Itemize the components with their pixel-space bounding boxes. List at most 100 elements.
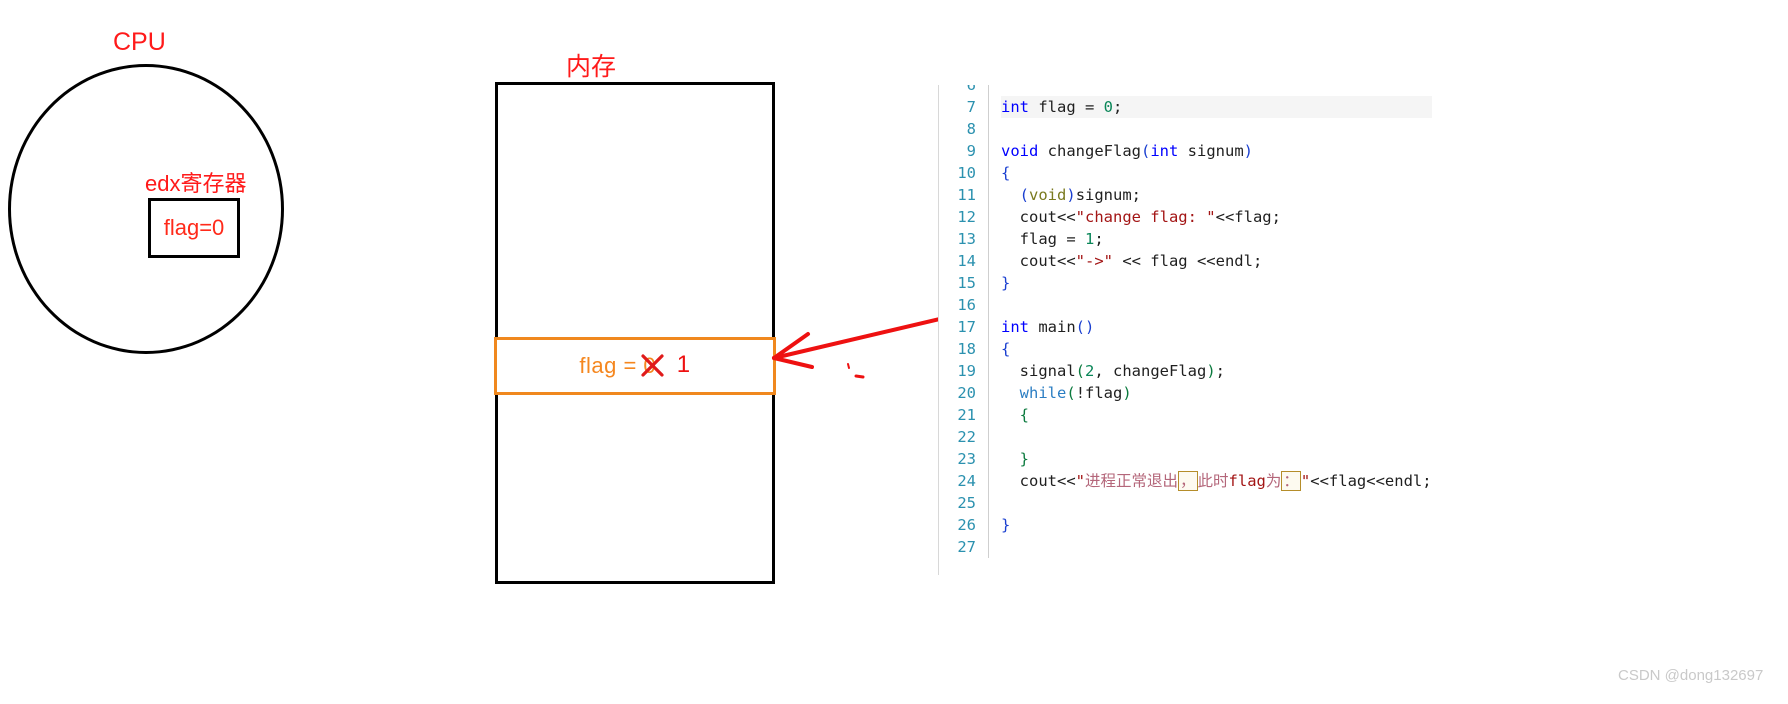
code-line-text[interactable]: cout<<"进程正常退出，此时flag为： "<<flag<<endl; [1001, 470, 1432, 492]
indent-guide [988, 338, 989, 360]
indent-guide [988, 514, 989, 536]
line-number: 13 [957, 230, 976, 248]
code-line[interactable]: 18 { [938, 338, 1432, 360]
cpu-title-label: CPU [113, 28, 166, 56]
code-token: ) [1122, 384, 1132, 402]
code-token: cout<< [1001, 472, 1076, 490]
code-line[interactable]: 19 signal(2, changeFlag); [938, 360, 1432, 382]
code-line-text[interactable]: while(!flag) [1001, 382, 1432, 404]
line-number: 12 [957, 208, 976, 226]
csdn-watermark: CSDN @dong132697 [1618, 667, 1764, 684]
line-number: 26 [957, 516, 976, 534]
edx-register-box: flag=0 [148, 198, 240, 258]
code-token: ) [1243, 142, 1253, 160]
line-number: 6 [966, 85, 976, 94]
code-token: 为 [1265, 472, 1282, 490]
code-line-text[interactable]: cout<<"->" << flag <<endl; [1001, 250, 1432, 272]
annotation-marks-icon [847, 363, 865, 379]
memory-flag-expression-text: flag = 0 [579, 353, 657, 378]
code-token: } [1019, 450, 1030, 468]
code-token: 此时 [1197, 472, 1229, 490]
code-line[interactable]: 14 cout<<"->" << flag <<endl; [938, 250, 1432, 272]
code-token: ) [1066, 186, 1076, 204]
code-token: 进程正常退出 [1085, 472, 1179, 490]
code-line[interactable]: 11 (void)signum; [938, 184, 1432, 206]
indent-guide [988, 85, 989, 96]
code-token: signum; [1075, 186, 1142, 204]
code-line[interactable]: 25 [938, 492, 1432, 514]
code-lines-container: 6 7 int flag = 0; 8 9 void changeFlag(int sig… [938, 85, 1432, 558]
code-line[interactable]: 23 } [938, 448, 1432, 470]
code-line[interactable]: 10 { [938, 162, 1432, 184]
code-token: () [1075, 318, 1095, 336]
line-number: 15 [957, 274, 976, 292]
indent-guide [988, 492, 989, 514]
code-token: ; [1094, 230, 1104, 248]
code-token: 0 [1103, 98, 1114, 116]
code-line[interactable]: 17 int main() [938, 316, 1432, 338]
code-line-text[interactable]: void changeFlag(int signum) [1001, 140, 1432, 162]
code-token: { [1019, 406, 1030, 424]
indent-guide [988, 250, 989, 272]
code-token: " [1300, 472, 1311, 490]
line-number: 21 [957, 406, 976, 424]
code-line[interactable]: 27 [938, 536, 1432, 558]
code-token: void [1029, 186, 1067, 204]
code-line-text[interactable]: } [1001, 448, 1432, 470]
code-token: int [1150, 142, 1179, 160]
code-token: cout<< [1001, 208, 1076, 226]
code-editor-panel[interactable]: 6 7 int flag = 0; 8 9 void changeFlag(int sig… [938, 85, 1788, 575]
code-line[interactable]: 12 cout<<"change flag: "<<flag; [938, 206, 1432, 228]
code-line-text[interactable]: cout<<"change flag: "<<flag; [1001, 206, 1432, 228]
code-token: " [1075, 472, 1085, 490]
code-token: 1 [1085, 230, 1095, 248]
indent-guide [988, 118, 989, 140]
cpu-circle-shape [8, 64, 284, 354]
code-token: int [1001, 318, 1029, 336]
indent-guide [988, 96, 989, 118]
code-token: cout<< [1001, 252, 1076, 270]
code-line-text[interactable]: signal(2, changeFlag); [1001, 360, 1432, 382]
code-line[interactable]: 13 flag = 1; [938, 228, 1432, 250]
code-line-text[interactable]: { [1001, 162, 1432, 184]
code-token: <<flag<<endl; [1310, 472, 1432, 490]
code-line[interactable]: 16 [938, 294, 1432, 316]
code-token: int [1001, 98, 1029, 116]
code-line[interactable]: 21 { [938, 404, 1432, 426]
code-line-text[interactable]: { [1001, 338, 1432, 360]
code-token: ( [1019, 186, 1030, 204]
indent-guide [988, 294, 989, 316]
code-line-text[interactable]: } [1001, 514, 1432, 536]
line-number: 11 [957, 186, 976, 204]
line-number: 24 [957, 472, 976, 490]
code-line[interactable]: 15} [938, 272, 1432, 294]
code-token: "change flag: " [1075, 208, 1216, 226]
code-line[interactable]: 24 cout<<"进程正常退出，此时flag为： "<<flag<<endl; [938, 470, 1432, 492]
memory-flag-expression: flag = 0 1 [579, 351, 690, 380]
code-line-text[interactable]: int flag = 0; [1001, 96, 1432, 118]
code-line-text[interactable]: } [1001, 272, 1432, 294]
code-token: { [1001, 164, 1011, 182]
code-token: 2 [1085, 362, 1095, 380]
code-line[interactable]: 26} [938, 514, 1432, 536]
code-line-text[interactable]: int main() [1001, 316, 1432, 338]
indent-guide [988, 140, 989, 162]
code-line[interactable]: 20 while(!flag) [938, 382, 1432, 404]
code-line[interactable]: 9 void changeFlag(int signum) [938, 140, 1432, 162]
code-line[interactable]: 7 int flag = 0; [938, 96, 1432, 118]
code-line[interactable]: 8 [938, 118, 1432, 140]
code-line[interactable]: 22 [938, 426, 1432, 448]
code-line-text[interactable]: (void)signum; [1001, 184, 1432, 206]
code-line-text[interactable]: flag = 1; [1001, 228, 1432, 250]
code-token: = [1085, 98, 1104, 116]
code-token: ; [1113, 98, 1123, 116]
indent-guide [988, 404, 989, 426]
code-token: ： [1281, 471, 1301, 491]
code-line-text[interactable]: { [1001, 404, 1432, 426]
code-line[interactable]: 6 [938, 85, 1432, 96]
line-number: 27 [957, 538, 976, 556]
line-number: 17 [957, 318, 976, 336]
